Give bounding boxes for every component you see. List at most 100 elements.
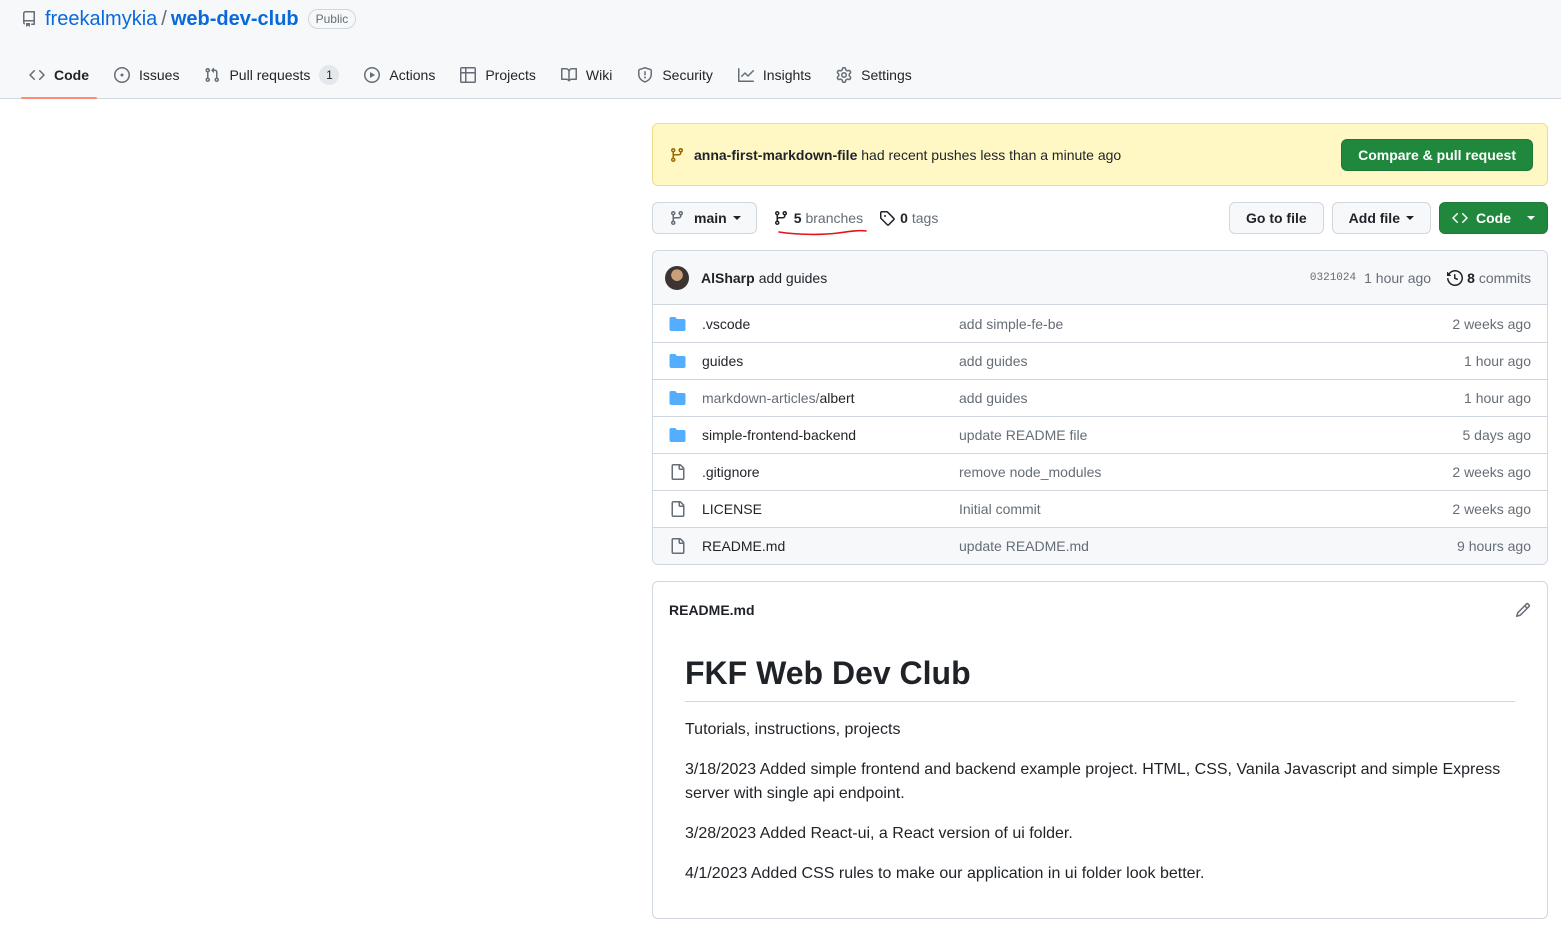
- table-icon: [460, 67, 477, 83]
- tab-insights[interactable]: Insights: [730, 58, 819, 92]
- tab-issues-label: Issues: [139, 67, 180, 83]
- tags-link[interactable]: 0 tags: [879, 210, 938, 226]
- chevron-down-icon: [1406, 216, 1414, 220]
- tab-wiki-label: Wiki: [585, 67, 613, 83]
- repo-title: freekalmykia / web-dev-club Public: [21, 7, 357, 31]
- file-name[interactable]: .gitignore: [702, 464, 959, 480]
- file-commit-time: 1 hour ago: [1464, 353, 1531, 369]
- commits-history-link[interactable]: 8 commits: [1447, 270, 1531, 286]
- file-name[interactable]: simple-frontend-backend: [702, 427, 959, 443]
- file-row[interactable]: LICENSE Initial commit 2 weeks ago: [653, 490, 1547, 527]
- file-name[interactable]: markdown-articles/albert: [702, 390, 959, 406]
- readme-content: FKF Web Dev Club Tutorials, instructions…: [653, 637, 1547, 886]
- file-commit-time: 2 weeks ago: [1452, 501, 1531, 517]
- commit-sha[interactable]: 0321024: [1310, 272, 1356, 284]
- file-commit-message[interactable]: add guides: [959, 353, 1028, 369]
- tag-icon: [879, 210, 895, 226]
- pencil-icon[interactable]: [1515, 602, 1531, 618]
- banner-text: had recent pushes less than a minute ago: [861, 146, 1122, 163]
- file-commit-message[interactable]: remove node_modules: [959, 464, 1101, 480]
- repo-name-link[interactable]: web-dev-club: [171, 8, 299, 31]
- file-name-text: .gitignore: [702, 464, 760, 480]
- visibility-badge: Public: [307, 9, 357, 29]
- file-name[interactable]: .vscode: [702, 316, 959, 332]
- book-icon: [560, 67, 577, 83]
- recent-push-banner: anna-first-markdown-file had recent push…: [652, 123, 1548, 186]
- annotation-underline: [778, 229, 867, 236]
- file-commit-message[interactable]: add guides: [959, 390, 1028, 406]
- file-commit-message[interactable]: update README file: [959, 427, 1087, 443]
- file-name[interactable]: guides: [702, 353, 959, 369]
- tab-issues[interactable]: Issues: [106, 58, 187, 92]
- file-commit-message[interactable]: add simple-fe-be: [959, 316, 1063, 332]
- commit-message[interactable]: add guides: [759, 270, 828, 286]
- history-icon: [1447, 269, 1464, 286]
- readme-panel: README.md FKF Web Dev Club Tutorials, in…: [652, 581, 1548, 919]
- file-row[interactable]: README.md update README.md 9 hours ago: [653, 527, 1547, 564]
- banner-message: anna-first-markdown-file had recent push…: [694, 147, 1121, 163]
- branches-link[interactable]: 5 branches: [773, 210, 863, 226]
- file-commit-message[interactable]: update README.md: [959, 538, 1089, 554]
- file-row[interactable]: .vscode add simple-fe-be 2 weeks ago: [653, 305, 1547, 342]
- chevron-down-icon: [732, 216, 741, 220]
- file-commit-message[interactable]: Initial commit: [959, 501, 1041, 517]
- banner-branch-name[interactable]: anna-first-markdown-file: [694, 147, 857, 163]
- branch-select-button[interactable]: main: [652, 202, 757, 234]
- tab-pull-requests[interactable]: Pull requests 1: [196, 58, 347, 92]
- branch-icon: [773, 210, 789, 226]
- commit-meta: 0321024 1 hour ago 8 commits: [1310, 270, 1531, 286]
- chevron-down-icon: [1527, 216, 1535, 220]
- tab-actions-label: Actions: [389, 67, 436, 83]
- pull-requests-counter: 1: [319, 65, 340, 85]
- tab-projects[interactable]: Projects: [452, 58, 544, 92]
- code-icon: [29, 67, 45, 83]
- tab-security-label: Security: [662, 67, 713, 83]
- readme-paragraph: 3/18/2023 Added simple frontend and back…: [685, 761, 1501, 802]
- gear-icon: [836, 67, 852, 83]
- file-name-text: guides: [702, 353, 744, 369]
- code-dropdown-button[interactable]: Code: [1439, 202, 1548, 234]
- tab-projects-label: Projects: [485, 67, 536, 83]
- tab-wiki[interactable]: Wiki: [553, 58, 620, 92]
- commit-time: 1 hour ago: [1364, 269, 1432, 286]
- file-name-text: albert: [819, 390, 855, 406]
- add-file-button[interactable]: Add file: [1331, 202, 1431, 234]
- repo-owner-link[interactable]: freekalmykia: [45, 8, 157, 31]
- readme-paragraph: Tutorials, instructions, projects: [685, 721, 901, 738]
- folder-icon: [669, 390, 686, 406]
- file-icon: [669, 538, 686, 554]
- branches-label: branches: [805, 210, 864, 226]
- repo-header: freekalmykia / web-dev-club Public Code …: [0, 0, 1561, 99]
- file-commit-time: 1 hour ago: [1464, 390, 1531, 406]
- commits-count: 8: [1467, 269, 1475, 286]
- avatar[interactable]: [665, 265, 689, 290]
- tab-settings-label: Settings: [861, 67, 912, 83]
- tab-code[interactable]: Code: [21, 58, 97, 99]
- file-name[interactable]: LICENSE: [702, 501, 959, 517]
- file-row[interactable]: .gitignore remove node_modules 2 weeks a…: [653, 453, 1547, 490]
- file-name-text: .vscode: [702, 315, 751, 332]
- tab-insights-label: Insights: [762, 67, 812, 83]
- file-icon: [669, 501, 686, 517]
- file-row[interactable]: guides add guides 1 hour ago: [653, 342, 1547, 379]
- commit-author[interactable]: AlSharp: [701, 270, 755, 286]
- folder-icon: [669, 427, 686, 443]
- add-file-label: Add file: [1348, 210, 1400, 226]
- go-to-file-button[interactable]: Go to file: [1228, 202, 1324, 234]
- readme-filename[interactable]: README.md: [669, 602, 755, 618]
- pull-request-icon: [204, 67, 220, 83]
- file-name[interactable]: README.md: [702, 538, 959, 554]
- toolbar-actions: Go to file Add file Code: [1221, 202, 1548, 234]
- file-row[interactable]: markdown-articles/albert add guides 1 ho…: [653, 379, 1547, 416]
- compare-pull-request-button[interactable]: Compare & pull request: [1341, 138, 1533, 171]
- tab-settings[interactable]: Settings: [828, 58, 920, 92]
- tab-actions[interactable]: Actions: [356, 58, 443, 92]
- file-commit-time: 2 weeks ago: [1452, 315, 1531, 332]
- tab-security[interactable]: Security: [629, 58, 721, 92]
- shield-icon: [637, 67, 653, 83]
- readme-title: FKF Web Dev Club: [685, 653, 1515, 702]
- folder-icon: [669, 353, 686, 369]
- file-row[interactable]: simple-frontend-backend update README fi…: [653, 416, 1547, 453]
- play-icon: [364, 67, 381, 83]
- tags-label: tags: [911, 210, 939, 226]
